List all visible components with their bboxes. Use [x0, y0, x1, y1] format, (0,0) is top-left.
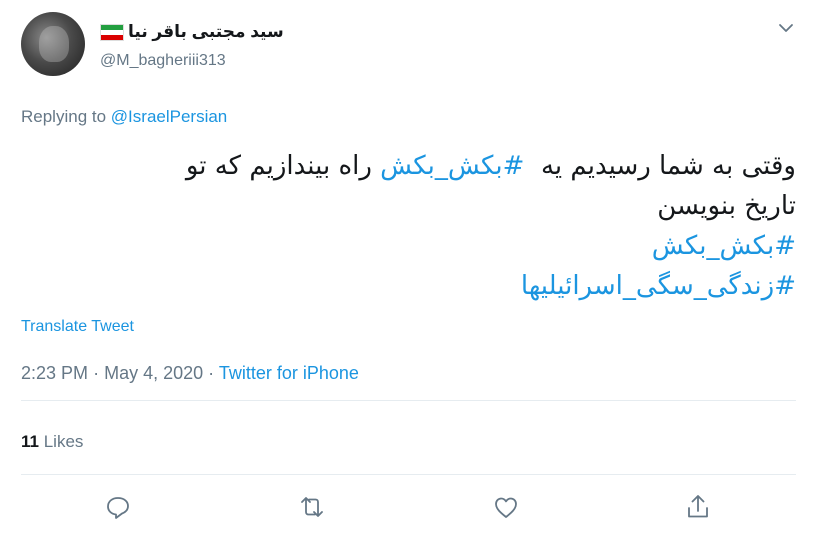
replying-to-label: Replying to: [21, 107, 107, 126]
tweet-meta: 2:23 PM · May 4, 2020 · Twitter for iPho…: [21, 363, 359, 384]
likes-label: Likes: [43, 432, 84, 451]
tweet-text-part: وقتی به شما رسیدیم یه: [540, 151, 796, 181]
share-icon[interactable]: [683, 492, 713, 522]
caret-down-icon[interactable]: [778, 20, 794, 36]
avatar[interactable]: [21, 12, 85, 76]
replying-to: Replying to @IsraelPersian: [21, 107, 227, 127]
tweet-line-1: وقتی به شما رسیدیم یه #بکش_بکش راه بیندا…: [21, 146, 796, 186]
user-handle[interactable]: @M_bagheriii313: [100, 52, 226, 70]
meta-separator: ·: [93, 363, 100, 383]
divider: [21, 474, 796, 475]
hashtag-link[interactable]: #زندگی_سگی_اسرائیلیها: [21, 266, 796, 306]
like-icon[interactable]: [491, 492, 521, 522]
tweet-source-link[interactable]: Twitter for iPhone: [219, 363, 359, 383]
likes-count: 11: [21, 432, 39, 451]
hashtag-link[interactable]: #بکش_بکش: [380, 151, 524, 181]
tweet-line-2: تاریخ بنویسن: [657, 191, 796, 221]
retweet-icon[interactable]: [297, 492, 327, 522]
tweet-date[interactable]: May 4, 2020: [104, 363, 203, 383]
translate-tweet-link[interactable]: Translate Tweet: [21, 318, 134, 336]
tweet-time[interactable]: 2:23 PM: [21, 363, 88, 383]
display-name[interactable]: سید مجتبی باقر نیا: [128, 22, 284, 42]
meta-separator: ·: [208, 363, 215, 383]
divider: [21, 400, 796, 401]
reply-icon[interactable]: [103, 492, 133, 522]
user-name-row[interactable]: سید مجتبی باقر نیا: [100, 22, 284, 42]
iran-flag-icon: [100, 23, 124, 41]
tweet-actions: [0, 492, 816, 528]
replying-to-mention[interactable]: @IsraelPersian: [111, 107, 227, 126]
tweet-text-part: راه بیندازیم که تو: [185, 151, 372, 181]
likes-stat[interactable]: 11 Likes: [21, 432, 83, 452]
tweet-text: وقتی به شما رسیدیم یه #بکش_بکش راه بیندا…: [21, 146, 796, 306]
hashtag-link[interactable]: #بکش_بکش: [21, 226, 796, 266]
